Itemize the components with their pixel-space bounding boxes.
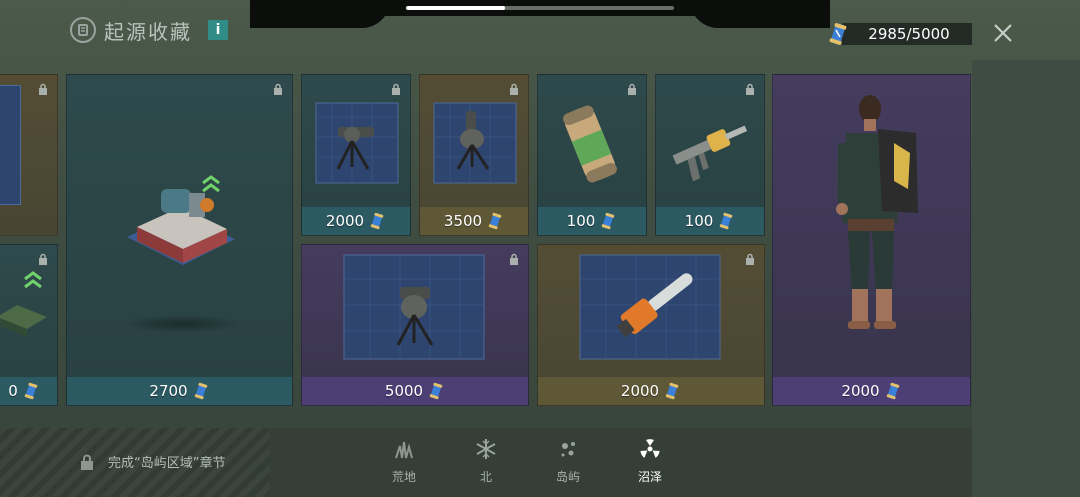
grass-icon bbox=[395, 441, 413, 459]
lock-icon bbox=[628, 83, 636, 95]
blueprint-scroll-icon bbox=[370, 212, 384, 230]
blueprint-scroll-icon bbox=[829, 23, 847, 45]
blueprint-scroll-icon bbox=[429, 382, 443, 400]
price-tag: 100 bbox=[656, 207, 764, 235]
price-value: 5000 bbox=[384, 382, 424, 400]
region-tab-island[interactable]: 岛屿 bbox=[538, 438, 598, 490]
price-value: 2000 bbox=[841, 382, 880, 400]
price-tag: 3500 bbox=[420, 207, 528, 235]
lock-icon bbox=[274, 83, 282, 95]
page-progress-bar bbox=[406, 6, 674, 10]
blueprint-scroll-icon bbox=[602, 212, 615, 230]
price-tag: 2000 bbox=[302, 207, 410, 235]
price-tag: 100 bbox=[538, 207, 646, 235]
region-tab-wasteland[interactable]: 荒地 bbox=[374, 438, 434, 490]
collection-card-turret-2[interactable]: 3500 bbox=[419, 74, 529, 236]
lock-icon bbox=[39, 83, 47, 95]
price-tag: 2000 bbox=[538, 377, 764, 405]
turret-blueprint-icon bbox=[315, 102, 399, 184]
region-label: 岛屿 bbox=[555, 470, 580, 484]
sparkle-icon bbox=[561, 442, 575, 457]
snowflake-icon bbox=[476, 439, 496, 459]
collection-card-chainsaw[interactable]: 2000 bbox=[537, 244, 765, 406]
collection-card-turret-1[interactable]: 2000 bbox=[301, 74, 411, 236]
page-progress-fill bbox=[406, 6, 506, 10]
collection-card-canister[interactable]: 1 100 bbox=[537, 74, 647, 236]
workbench-upgrade-icon bbox=[127, 175, 235, 265]
locked-chapter-notice: 完成“岛屿区域”章节 bbox=[80, 452, 225, 471]
turret-blueprint-icon bbox=[343, 254, 485, 360]
info-button[interactable]: i bbox=[208, 20, 228, 40]
lock-icon bbox=[81, 454, 93, 470]
lock-icon bbox=[510, 253, 518, 265]
region-tab-north[interactable]: 北 bbox=[456, 438, 516, 490]
screen-notch-left bbox=[250, 0, 390, 28]
shadow bbox=[122, 315, 242, 333]
fuel-canister-icon bbox=[563, 105, 617, 183]
chainsaw-blueprint-icon bbox=[579, 254, 721, 360]
blueprint-scroll-icon bbox=[488, 212, 502, 230]
collection-card-turret-3[interactable]: 5000 bbox=[301, 244, 529, 406]
lock-icon bbox=[39, 253, 47, 265]
price-value: 2700 bbox=[149, 382, 188, 400]
close-button[interactable] bbox=[990, 20, 1016, 46]
lock-icon bbox=[746, 253, 754, 265]
region-tab-swamp[interactable]: 沼泽 bbox=[616, 428, 684, 497]
price-tag: 5000 bbox=[302, 377, 528, 405]
currency-amount: 2985/5000 bbox=[842, 23, 972, 45]
blueprint-scroll-icon bbox=[665, 382, 679, 400]
survivor-backpack-icon bbox=[836, 95, 918, 329]
price-tag: 2700 bbox=[67, 377, 292, 405]
region-label: 荒地 bbox=[391, 470, 416, 484]
collection-card-workbench[interactable]: 2700 bbox=[66, 74, 293, 406]
chapter-requirement-text: 完成“岛屿区域”章节 bbox=[108, 456, 226, 471]
price-tag: 0 bbox=[0, 377, 57, 405]
blueprint-scroll-icon bbox=[194, 382, 207, 400]
lock-icon bbox=[510, 83, 518, 95]
price-value: 0 bbox=[8, 382, 18, 400]
blueprint-icon bbox=[0, 85, 21, 205]
spray-nozzle-icon bbox=[672, 125, 748, 181]
turret-blueprint-icon bbox=[433, 102, 517, 184]
blueprint-scroll-icon bbox=[24, 382, 38, 400]
currency-display: 2985/5000 bbox=[826, 22, 972, 46]
region-label: 北 bbox=[479, 470, 492, 484]
collection-card-nozzle[interactable]: 1 100 bbox=[655, 74, 765, 236]
origin-emblem-icon bbox=[70, 17, 96, 43]
collection-card-partial-top[interactable] bbox=[0, 74, 58, 236]
price-tag: 2000 bbox=[773, 377, 970, 405]
price-value: 2000 bbox=[325, 212, 365, 230]
region-label: 沼泽 bbox=[637, 470, 662, 484]
radiation-icon bbox=[640, 439, 660, 458]
collection-card-character[interactable]: 2000 bbox=[772, 74, 971, 406]
price-value: 100 bbox=[566, 212, 596, 230]
screen-notch-right bbox=[690, 0, 830, 28]
price-value: 100 bbox=[684, 212, 714, 230]
side-panel bbox=[972, 60, 1080, 497]
blueprint-scroll-icon bbox=[720, 212, 733, 230]
lock-icon bbox=[746, 83, 754, 95]
collection-card-partial-bottom[interactable]: 0 bbox=[0, 244, 58, 406]
page-title: 起源收藏 bbox=[104, 19, 192, 44]
close-icon bbox=[994, 24, 1012, 42]
garden-upgrade-icon bbox=[0, 271, 47, 337]
blueprint-scroll-icon bbox=[886, 382, 899, 400]
item-count: 1 bbox=[617, 235, 626, 236]
price-value: 2000 bbox=[620, 382, 660, 400]
lock-icon bbox=[392, 83, 400, 95]
price-value: 3500 bbox=[443, 212, 483, 230]
item-count: 1 bbox=[735, 235, 744, 236]
header: 起源收藏 i bbox=[70, 14, 228, 46]
